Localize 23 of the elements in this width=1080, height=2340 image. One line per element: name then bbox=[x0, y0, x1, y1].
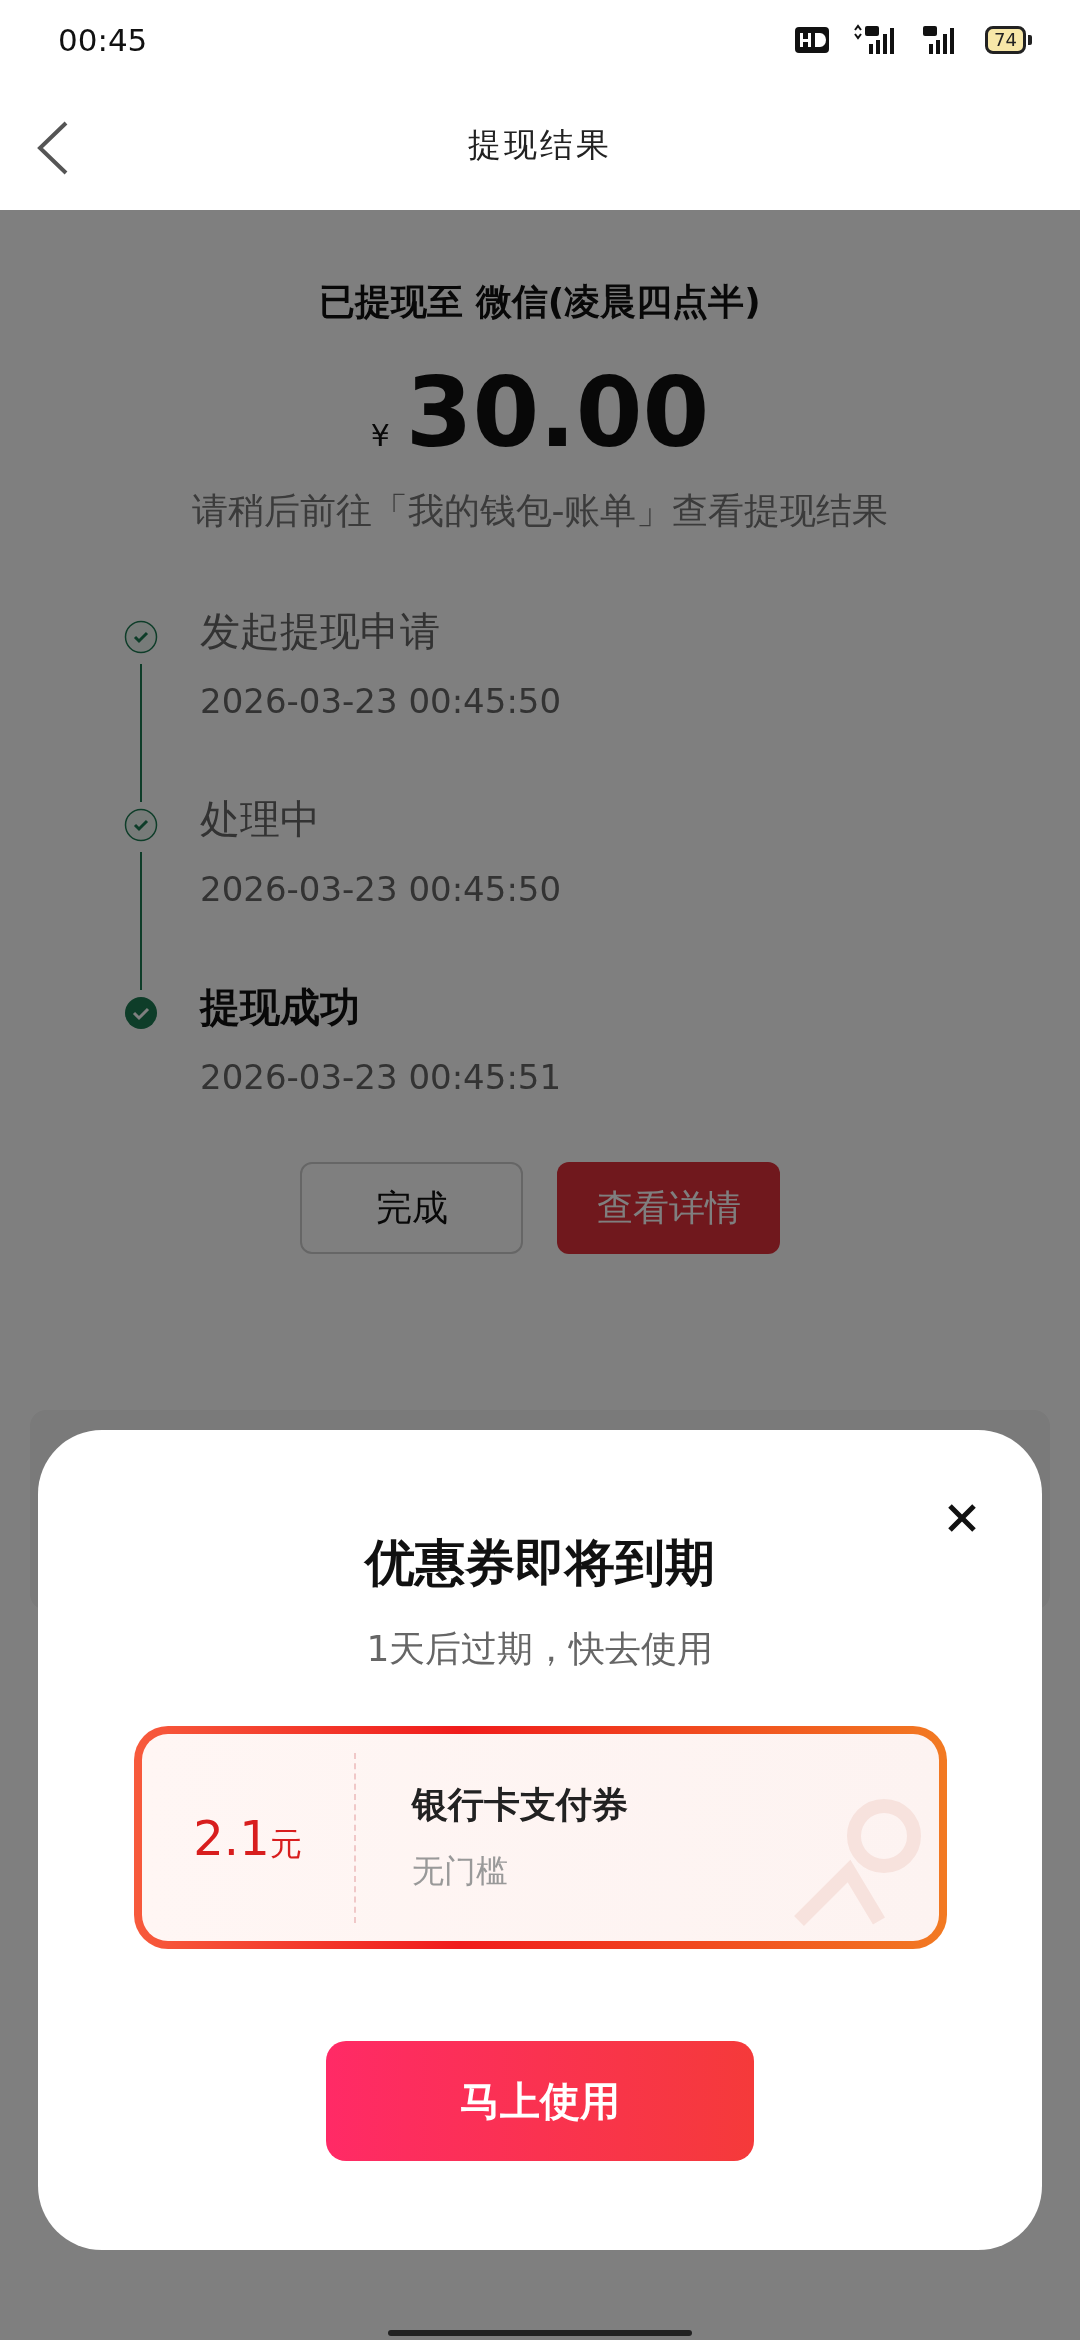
step-time: 2026-03-23 00:45:51 bbox=[200, 1057, 563, 1097]
coupon-name: 银行卡支付券 bbox=[411, 1783, 628, 1827]
step-title: 提现成功 bbox=[200, 983, 361, 1032]
coupon-condition: 无门槛 bbox=[411, 1851, 509, 1892]
coupon-amount: 2.1 bbox=[193, 1809, 270, 1866]
step-time: 2026-03-23 00:45:50 bbox=[200, 869, 563, 909]
popup-subtitle: 1天后过期，快去使用 bbox=[366, 1627, 714, 1671]
popup-title: 优惠券即将到期 bbox=[365, 1533, 715, 1594]
clock-time: 00:45 bbox=[58, 22, 148, 58]
destination-text: 已提现至 微信(凌晨四点半) bbox=[319, 280, 761, 324]
coupon-unit: 元 bbox=[269, 1823, 302, 1865]
details-button[interactable]: 查看详情 bbox=[557, 1162, 780, 1254]
use-now-button[interactable]: 马上使用 bbox=[326, 2041, 754, 2161]
step-title: 处理中 bbox=[200, 795, 321, 844]
step-time: 2026-03-23 00:45:50 bbox=[200, 681, 563, 721]
hint-text: 请稍后前往「我的钱包-账单」查看提现结果 bbox=[191, 489, 889, 533]
currency-symbol: ¥ bbox=[370, 418, 390, 453]
step-title: 发起提现申请 bbox=[200, 607, 441, 656]
hd-icon bbox=[795, 27, 830, 53]
done-button[interactable]: 完成 bbox=[300, 1162, 523, 1254]
page-title: 提现结果 bbox=[468, 123, 612, 166]
amount-text: 30.00 bbox=[405, 357, 710, 469]
back-icon[interactable] bbox=[36, 120, 70, 176]
